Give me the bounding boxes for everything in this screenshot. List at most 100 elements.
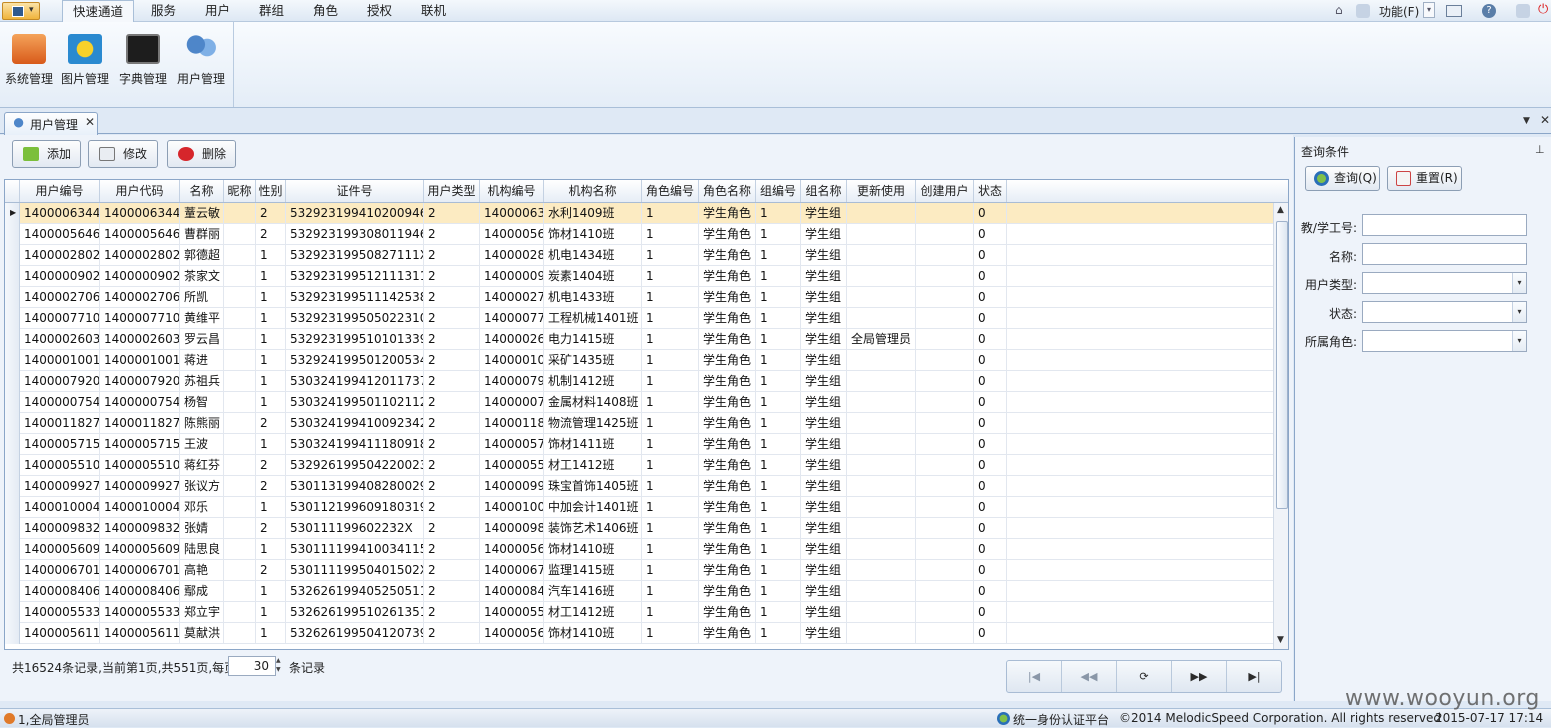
- table-row[interactable]: 1400010004 1400010004 邓乐 1 53011219960918031…: [5, 497, 1273, 518]
- function-menu[interactable]: 功能(F): [1379, 3, 1419, 20]
- table-row[interactable]: 1400008406 1400008406 鄢成 1 53262619940525051…: [5, 581, 1273, 602]
- last-page-icon[interactable]: ▶|: [1227, 661, 1282, 692]
- table-row[interactable]: 1400006701 1400006701 高艳 2 53011119950401502…: [5, 560, 1273, 581]
- function-dropdown-icon[interactable]: ▾: [1423, 2, 1435, 18]
- column-header[interactable]: 用户代码: [100, 180, 180, 202]
- column-header[interactable]: 组编号: [756, 180, 801, 202]
- menu-item-group[interactable]: 群组: [249, 0, 294, 22]
- table-row[interactable]: 1400000754 1400000754 杨智 1 53032419950110211…: [5, 392, 1273, 413]
- scroll-up-icon[interactable]: ▲: [1277, 205, 1284, 215]
- table-row[interactable]: 1400000902 1400000902 茶家文 1 5329231995121113…: [5, 266, 1273, 287]
- row-indicator[interactable]: [5, 623, 20, 644]
- delete-button[interactable]: 删除: [167, 140, 236, 168]
- row-indicator[interactable]: [5, 497, 20, 518]
- menu-item-role[interactable]: 角色: [303, 0, 348, 22]
- row-indicator[interactable]: [5, 266, 20, 287]
- table-row[interactable]: 1400009832 1400009832 张婧 2 53011119960​2232X…: [5, 518, 1273, 539]
- chevron-down-icon[interactable]: ▾: [1512, 273, 1526, 293]
- ribbon-dictionary-manage-button[interactable]: 字典管理: [114, 34, 172, 100]
- scrollbar-thumb[interactable]: [1276, 221, 1288, 509]
- first-page-icon[interactable]: |◀: [1007, 661, 1062, 692]
- table-row[interactable]: 1400005611 1400005611 莫献洪 1 5326261995041207…: [5, 623, 1273, 644]
- window-icon[interactable]: [1446, 5, 1462, 17]
- table-row[interactable]: 1400009927 1400009927 张议方 2 5301131994082800…: [5, 476, 1273, 497]
- row-indicator[interactable]: [5, 329, 20, 350]
- row-indicator[interactable]: [5, 287, 20, 308]
- power-icon[interactable]: ⏻: [1538, 2, 1548, 17]
- cube-icon[interactable]: [1516, 4, 1530, 18]
- menu-item-service[interactable]: 服务: [141, 0, 186, 22]
- column-header[interactable]: 用户编号: [20, 180, 100, 202]
- column-header[interactable]: 组名称: [801, 180, 847, 202]
- table-row[interactable]: 1400005715 1400005715 王波 1 53032419941118091…: [5, 434, 1273, 455]
- row-indicator[interactable]: [5, 581, 20, 602]
- row-indicator[interactable]: [5, 602, 20, 623]
- column-header[interactable]: 机构名称: [544, 180, 642, 202]
- status-select[interactable]: ▾: [1362, 301, 1527, 323]
- row-indicator[interactable]: [5, 539, 20, 560]
- role-select[interactable]: ▾: [1362, 330, 1527, 352]
- row-indicator[interactable]: [5, 476, 20, 497]
- vertical-scrollbar[interactable]: ▲ ▼: [1273, 203, 1288, 649]
- row-indicator[interactable]: ▶: [5, 203, 20, 224]
- home-icon[interactable]: ⌂: [1335, 3, 1343, 17]
- close-icon[interactable]: ✕: [85, 115, 95, 129]
- row-indicator[interactable]: [5, 518, 20, 539]
- add-button[interactable]: 添加: [12, 140, 81, 168]
- app-menu-button[interactable]: ▾: [2, 2, 40, 20]
- user-type-select[interactable]: ▾: [1362, 272, 1527, 294]
- tab-user-manage[interactable]: 用户管理 ✕: [4, 112, 98, 135]
- table-row[interactable]: 1400011827 1400011827 陈熊丽 2 5303241994100923…: [5, 413, 1273, 434]
- chevron-down-icon[interactable]: ▾: [1512, 331, 1526, 351]
- table-row[interactable]: 1400007920 1400007920 苏祖兵 1 5303241994120117…: [5, 371, 1273, 392]
- table-row[interactable]: 1400005609 1400005609 陆思良 1 5301111994100341…: [5, 539, 1273, 560]
- table-row[interactable]: 1400002706 1400002706 所凯 1 53292319951114253…: [5, 287, 1273, 308]
- page-size-spinner[interactable]: ▲ ▼: [276, 656, 286, 676]
- column-header[interactable]: 证件号: [286, 180, 424, 202]
- row-indicator[interactable]: [5, 245, 20, 266]
- row-indicator[interactable]: [5, 413, 20, 434]
- table-row[interactable]: ▶ 1400006344 1400006344 蕫云敏 2 532923199410200…: [5, 203, 1273, 224]
- row-indicator[interactable]: [5, 455, 20, 476]
- menu-item-auth[interactable]: 授权: [357, 0, 402, 22]
- menu-item-quick[interactable]: 快速通道: [62, 0, 135, 23]
- column-header[interactable]: 昵称: [224, 180, 256, 202]
- column-header[interactable]: 名称: [180, 180, 224, 202]
- column-header[interactable]: 角色编号: [642, 180, 699, 202]
- name-input[interactable]: [1362, 243, 1527, 265]
- table-row[interactable]: 1400005646 1400005646 曹群丽 2 5329231993080119…: [5, 224, 1273, 245]
- column-header[interactable]: 创建用户: [916, 180, 974, 202]
- row-indicator[interactable]: [5, 560, 20, 581]
- column-header[interactable]: 性别: [256, 180, 286, 202]
- column-header[interactable]: 角色名称: [699, 180, 756, 202]
- column-header[interactable]: 机构编号: [480, 180, 544, 202]
- table-row[interactable]: 1400002603 1400002603 罗云昌 1 5329231995101013…: [5, 329, 1273, 350]
- row-indicator[interactable]: [5, 434, 20, 455]
- pin-icon[interactable]: ⊥: [1535, 143, 1545, 156]
- row-indicator[interactable]: [5, 392, 20, 413]
- reset-button[interactable]: 重置(R): [1387, 166, 1462, 191]
- cube-icon[interactable]: [1356, 4, 1370, 18]
- help-icon[interactable]: ?: [1482, 4, 1496, 18]
- ribbon-user-manage-button[interactable]: 用户管理: [172, 34, 230, 100]
- next-page-icon[interactable]: ▶▶: [1172, 661, 1227, 692]
- column-header[interactable]: 状态: [974, 180, 1007, 202]
- staff-id-input[interactable]: [1362, 214, 1527, 236]
- refresh-icon[interactable]: ⟳: [1117, 661, 1172, 692]
- table-row[interactable]: 1400007710 1400007710 黄维平 1 5329231995050223…: [5, 308, 1273, 329]
- menu-item-online[interactable]: 联机: [411, 0, 456, 22]
- edit-button[interactable]: 修改: [88, 140, 158, 168]
- table-row[interactable]: 1400005510 1400005510 蒋红芬 2 5329261995042200…: [5, 455, 1273, 476]
- tab-dropdown-icon[interactable]: ▼: [1523, 116, 1530, 126]
- prev-page-icon[interactable]: ◀◀: [1062, 661, 1117, 692]
- ribbon-system-manage-button[interactable]: 系统管理: [0, 34, 58, 100]
- column-header[interactable]: 用户类型: [424, 180, 480, 202]
- table-row[interactable]: 1400005533 1400005533 郑立宇 1 5326261995102613…: [5, 602, 1273, 623]
- menu-item-user[interactable]: 用户: [195, 0, 240, 22]
- column-header[interactable]: 更新使用: [847, 180, 916, 202]
- ribbon-picture-manage-button[interactable]: 图片管理: [56, 34, 114, 100]
- row-indicator[interactable]: [5, 350, 20, 371]
- search-button[interactable]: 查询(Q): [1305, 166, 1380, 191]
- page-size-input[interactable]: 30: [228, 656, 276, 676]
- row-indicator[interactable]: [5, 371, 20, 392]
